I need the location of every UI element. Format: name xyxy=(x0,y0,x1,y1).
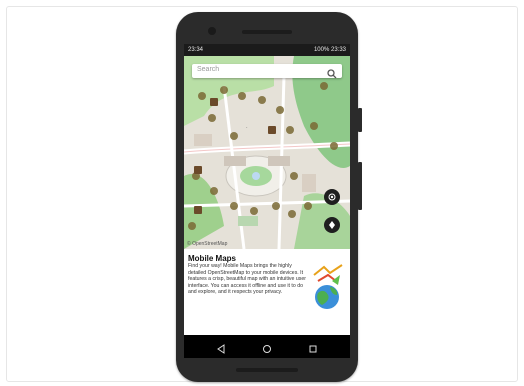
home-button[interactable] xyxy=(262,341,272,358)
status-left: 23:34 xyxy=(188,47,204,53)
app-title: Mobile Maps xyxy=(188,254,237,263)
bottom-speaker xyxy=(236,368,298,372)
volume-button xyxy=(358,108,362,132)
compass-button[interactable] xyxy=(324,217,340,233)
status-right: 100% 23:33 xyxy=(313,47,346,53)
globe-illustration-icon xyxy=(308,261,346,313)
info-panel: Mobile Maps Find your way! Mobile Maps b… xyxy=(184,249,350,335)
gps-icon xyxy=(328,193,336,201)
map-view[interactable]: · Search © OpenStreetMap xyxy=(184,56,350,249)
recents-button[interactable] xyxy=(308,341,318,358)
map-attribution[interactable]: © OpenStreetMap xyxy=(187,241,227,247)
phone-screen: 23:34 100% 23:33 · Search © OpenStreetMa… xyxy=(184,44,350,358)
home-icon xyxy=(263,345,271,353)
search-bar[interactable]: Search xyxy=(192,64,342,79)
app-description: Find your way! Mobile Maps brings the hi… xyxy=(188,263,306,296)
my-location-button[interactable] xyxy=(324,189,340,205)
back-icon xyxy=(217,344,225,354)
recents-icon xyxy=(309,345,317,353)
phone-device: 23:34 100% 23:33 · Search © OpenStreetMa… xyxy=(176,12,362,382)
front-camera xyxy=(208,27,216,35)
back-button[interactable] xyxy=(216,341,226,358)
android-nav-bar xyxy=(184,335,350,358)
status-bar: 23:34 100% 23:33 xyxy=(184,44,350,56)
compass-icon xyxy=(329,221,335,229)
search-input[interactable]: Search xyxy=(197,66,219,73)
search-icon[interactable] xyxy=(327,66,337,79)
power-button xyxy=(358,162,362,210)
earpiece-speaker xyxy=(242,30,292,34)
